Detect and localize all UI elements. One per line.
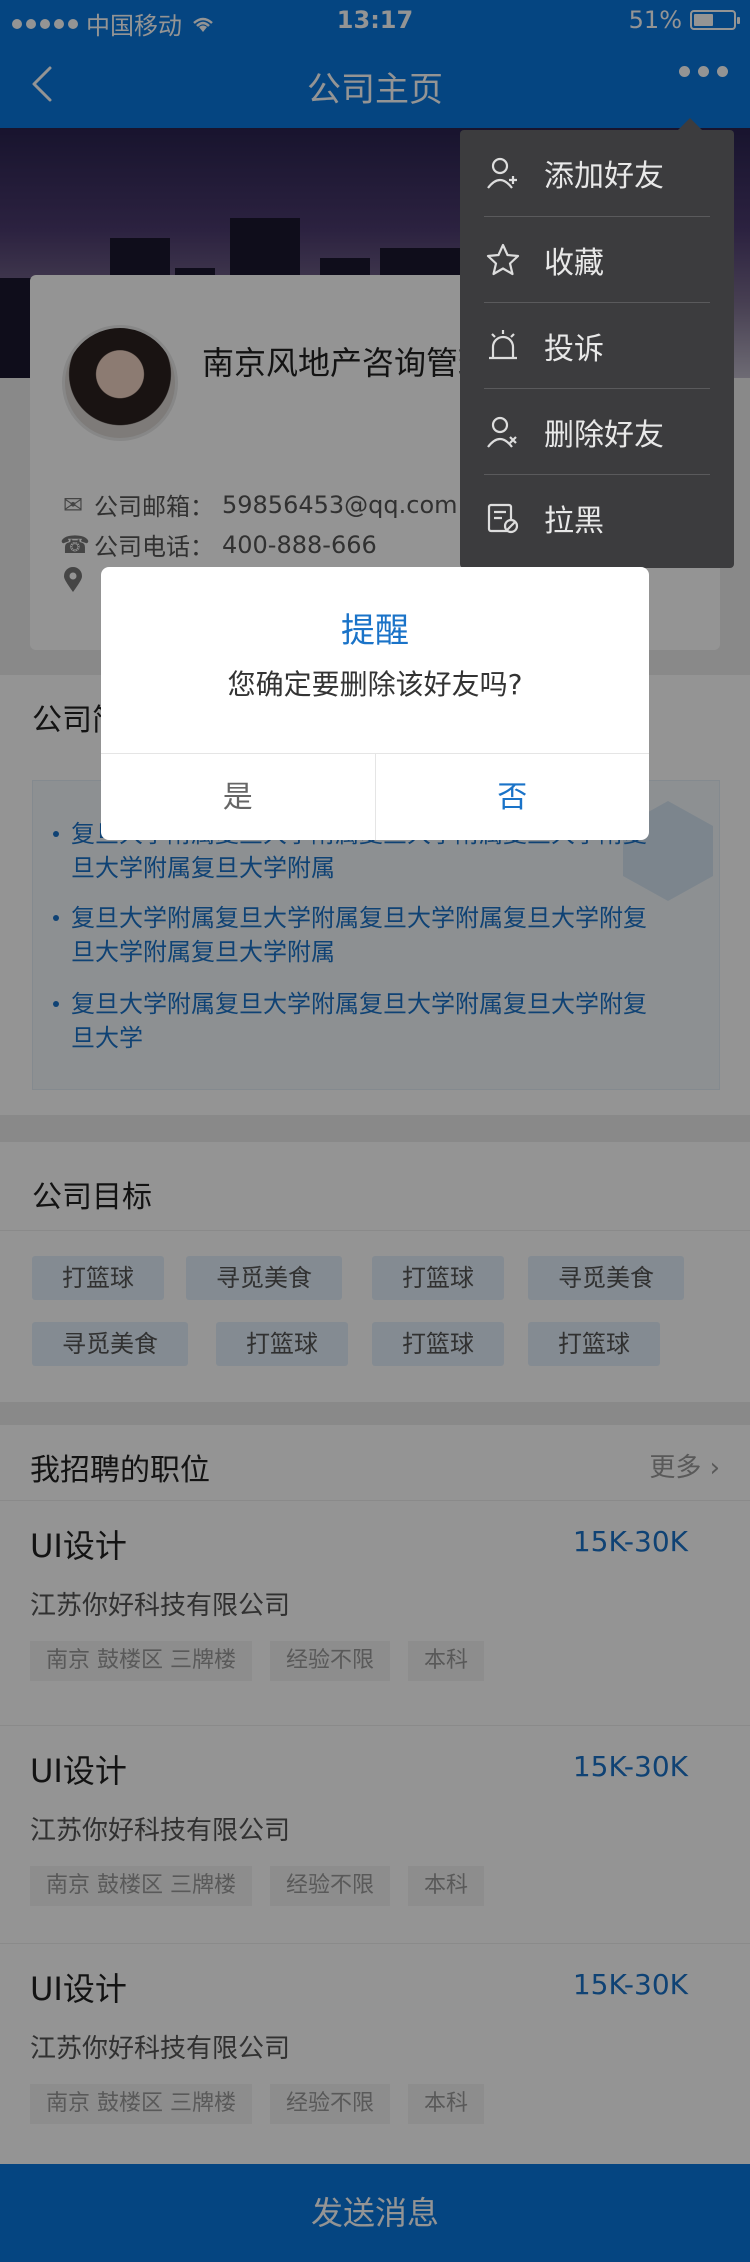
more-menu: 添加好友 收藏 投诉 删除好友 拉黑 <box>460 118 734 568</box>
confirm-dialog: 提醒 您确定要删除该好友吗? 是 否 <box>101 567 649 840</box>
star-icon <box>486 243 520 275</box>
yes-button[interactable]: 是 <box>101 754 376 840</box>
menu-item-favorite[interactable]: 收藏 <box>484 216 710 302</box>
no-button[interactable]: 否 <box>376 754 650 840</box>
block-icon <box>487 503 519 533</box>
dialog-title: 提醒 <box>341 611 409 651</box>
menu-item-add-friend[interactable]: 添加好友 <box>484 130 710 216</box>
add-user-icon <box>487 157 517 189</box>
menu-item-remove-friend[interactable]: 删除好友 <box>484 388 710 474</box>
remove-user-icon <box>487 416 517 448</box>
menu-item-block[interactable]: 拉黑 <box>484 474 710 560</box>
menu-item-report[interactable]: 投诉 <box>484 302 710 388</box>
dialog-message: 您确定要删除该好友吗? <box>227 668 523 701</box>
alarm-icon <box>489 329 517 359</box>
